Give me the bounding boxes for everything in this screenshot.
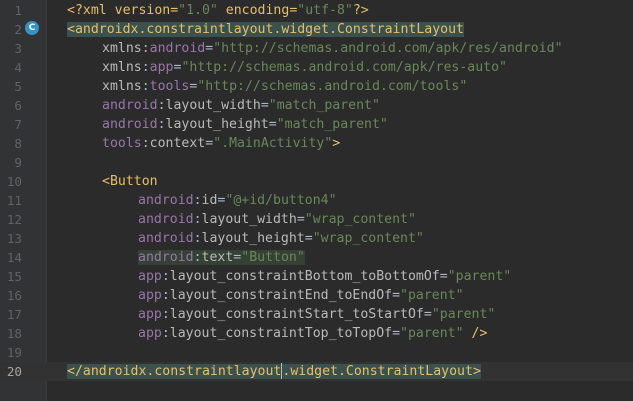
line-content: tools:context=".MainActivity">: [102, 136, 341, 151]
code-line[interactable]: 18 app:layout_constraintTop_toTopOf="par…: [0, 324, 633, 343]
code-line[interactable]: 12 android:layout_width="wrap_content": [0, 210, 633, 229]
line-content: app:layout_constraintStart_toStartOf="pa…: [138, 307, 496, 322]
line-content: xmlns:app="http://schemas.android.com/ap…: [102, 60, 507, 75]
line-number: 18: [6, 326, 22, 341]
code-line[interactable]: 16 app:layout_constraintEnd_toEndOf="par…: [0, 286, 633, 305]
line-content: app:layout_constraintBottom_toBottomOf="…: [138, 269, 512, 284]
line-number: 12: [6, 212, 22, 227]
code-line[interactable]: 7 android:layout_height="match_parent": [0, 115, 633, 134]
line-content: android:text="Button": [138, 250, 305, 265]
line-number: 16: [6, 288, 22, 303]
line-number: 2: [14, 22, 22, 37]
line-content: app:layout_constraintEnd_toEndOf="parent…: [138, 288, 464, 303]
line-content: </androidx.constraintlayout.widget.Const…: [67, 362, 481, 381]
line-number: 6: [14, 98, 22, 113]
line-number: 4: [14, 60, 22, 75]
line-number: 19: [6, 345, 22, 360]
line-number: 3: [14, 41, 22, 56]
line-content: android:layout_height="wrap_content": [138, 231, 424, 246]
line-number: 7: [14, 117, 22, 132]
line-number: 14: [6, 250, 22, 265]
line-content: <Button: [102, 172, 158, 191]
code-line[interactable]: 8 tools:context=".MainActivity">: [0, 134, 633, 153]
line-content: android:id="@+id/button4": [138, 193, 337, 208]
line-number: 20: [6, 364, 22, 379]
line-content: <?xml version="1.0" encoding="utf-8"?>: [67, 3, 369, 18]
line-number: 13: [6, 231, 22, 246]
line-content: android:layout_width="match_parent": [102, 98, 380, 113]
line-number: 5: [14, 79, 22, 94]
button-tag: <Button: [102, 174, 158, 189]
code-line[interactable]: 1 <?xml version="1.0" encoding="utf-8"?>: [0, 1, 633, 20]
code-line[interactable]: 19: [0, 343, 633, 362]
line-content: android:layout_height="match_parent": [102, 117, 388, 132]
opening-tag: <androidx.constraintlayout.widget.Constr…: [67, 22, 464, 37]
line-number: 11: [6, 193, 22, 208]
line-number: 17: [6, 307, 22, 322]
line-content: xmlns:android="http://schemas.android.co…: [102, 41, 563, 56]
line-number: 1: [14, 3, 22, 18]
line-number: 9: [14, 155, 22, 170]
code-line[interactable]: 10 <Button: [0, 172, 633, 191]
code-line[interactable]: 14 android:text="Button": [0, 248, 633, 267]
line-content: app:layout_constraintTop_toTopOf="parent…: [138, 326, 488, 341]
code-line[interactable]: 17 app:layout_constraintStart_toStartOf=…: [0, 305, 633, 324]
code-line[interactable]: 6 android:layout_width="match_parent": [0, 96, 633, 115]
line-number: 15: [6, 269, 22, 284]
line-content: xmlns:tools="http://schemas.android.com/…: [102, 79, 468, 94]
current-code-line[interactable]: 20 </androidx.constraintlayout.widget.Co…: [0, 362, 633, 381]
code-line[interactable]: 9: [0, 153, 633, 172]
code-line[interactable]: 2 <androidx.constraintlayout.widget.Cons…: [0, 20, 633, 39]
line-content: android:layout_width="wrap_content": [138, 212, 416, 227]
code-line[interactable]: 15 app:layout_constraintBottom_toBottomO…: [0, 267, 633, 286]
code-line[interactable]: 11 android:id="@+id/button4": [0, 191, 633, 210]
line-number: 10: [6, 174, 22, 189]
line-number: 8: [14, 136, 22, 151]
code-line[interactable]: 5 xmlns:tools="http://schemas.android.co…: [0, 77, 633, 96]
closing-tag: </androidx.constraintlayout.widget.Const…: [67, 363, 481, 379]
line-content: <androidx.constraintlayout.widget.Constr…: [67, 20, 464, 39]
code-line[interactable]: 13 android:layout_height="wrap_content": [0, 229, 633, 248]
code-editor[interactable]: C 1 <?xml version="1.0" encoding="utf-8"…: [0, 0, 633, 401]
code-line[interactable]: 4 xmlns:app="http://schemas.android.com/…: [0, 58, 633, 77]
code-line[interactable]: 3 xmlns:android="http://schemas.android.…: [0, 39, 633, 58]
